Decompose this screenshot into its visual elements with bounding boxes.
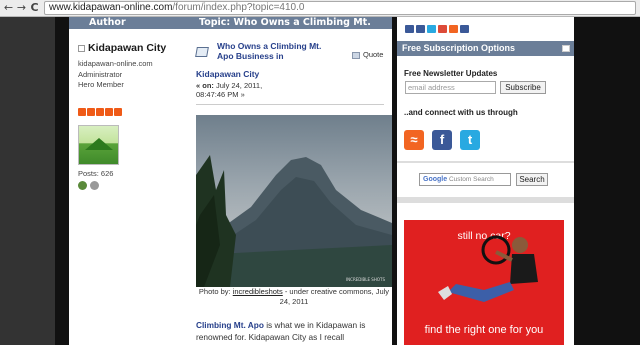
rank-star-icon <box>105 108 113 116</box>
subscription-title: Free Subscription Options <box>402 43 516 53</box>
caption-link[interactable]: incredibleshots <box>233 287 283 296</box>
quote-button[interactable]: Quote <box>352 50 383 59</box>
post-header-bar: Author Topic: Who Owns a Climbing Mt. Ap… <box>69 17 392 40</box>
sidebar-divider <box>397 161 574 163</box>
post-body: Who Owns a Climbing Mt. Apo Business in … <box>187 29 392 345</box>
avatar <box>78 125 119 165</box>
car-ad[interactable]: still no car? find the right one for you <box>404 220 564 345</box>
post-title[interactable]: Who Owns a Climbing Mt. Apo Business in <box>217 41 327 61</box>
search-input[interactable]: Google Custom Search <box>419 173 511 186</box>
poster-rank: Hero Member <box>78 80 124 89</box>
connect-label: ..and connect with us through <box>404 108 518 117</box>
browser-toolbar: ← → C www.kidapawan-online.com/forum/ind… <box>0 0 640 17</box>
post-divider <box>196 104 384 105</box>
rank-stars <box>78 108 123 118</box>
caption-prefix: Photo by: <box>198 287 231 296</box>
poster-post-count: Posts: 626 <box>78 169 114 178</box>
poster-contact-icons <box>78 181 102 192</box>
mountain-illustration: INCREDIBLE SHOTS <box>196 155 392 287</box>
mt-apo-photo: INCREDIBLE SHOTS <box>196 115 392 287</box>
rank-star-icon <box>87 108 95 116</box>
twitter-icon[interactable]: t <box>460 130 480 150</box>
quote-label[interactable]: Quote <box>363 50 383 59</box>
share-icon[interactable] <box>460 25 469 33</box>
poster-info: Kidapawan City kidapawan-online.com Admi… <box>69 29 187 345</box>
photo-watermark: INCREDIBLE SHOTS <box>346 277 385 282</box>
post-title-city[interactable]: Kidapawan City <box>196 69 259 79</box>
url-path: /forum/index.php?topic=410.0 <box>172 2 305 13</box>
address-bar[interactable]: www.kidapawan-online.com/forum/index.php… <box>44 1 636 15</box>
share-icon[interactable] <box>449 25 458 33</box>
date-text: July 24, 2011, <box>216 81 263 90</box>
rss-icon[interactable]: ≈ <box>404 130 424 150</box>
date-prefix: « on: <box>196 81 214 90</box>
back-arrow-icon[interactable]: ← <box>2 1 15 15</box>
search-button[interactable]: Search <box>516 173 548 186</box>
left-margin <box>55 17 69 345</box>
forward-arrow-icon[interactable]: → <box>15 1 28 15</box>
post-date: « on: July 24, 2011, 08:47:46 PM » <box>196 81 262 99</box>
poster-name-text[interactable]: Kidapawan City <box>88 42 166 54</box>
photo-caption: Photo by: incredibleshots - under creati… <box>196 287 392 307</box>
url-domain: www.kidapawan-online.com <box>49 2 173 13</box>
poster-site: kidapawan-online.com <box>78 59 153 68</box>
share-icons <box>405 18 471 37</box>
poster-role: Administrator <box>78 70 123 79</box>
caption-suffix: - under creative commons, July 24, 2011 <box>279 287 390 306</box>
forum-post-panel: Author Topic: Who Owns a Climbing Mt. Ap… <box>69 17 392 345</box>
ad-tagline: find the right one for you <box>424 324 544 336</box>
search-placeholder: Custom Search <box>448 176 494 183</box>
author-column-label: Author <box>89 17 126 28</box>
rank-star-icon <box>78 108 86 116</box>
page-content: Author Topic: Who Owns a Climbing Mt. Ap… <box>0 17 640 345</box>
online-status-icon <box>78 44 85 52</box>
share-icon[interactable] <box>416 25 425 33</box>
share-icon[interactable] <box>438 25 447 33</box>
email-field[interactable]: email address <box>405 81 496 94</box>
collapse-icon[interactable] <box>562 45 570 52</box>
right-margin <box>574 17 640 345</box>
subscribe-button[interactable]: Subscribe <box>500 81 546 94</box>
facebook-icon[interactable]: f <box>432 130 452 150</box>
reload-icon[interactable]: C <box>28 1 41 15</box>
share-icon[interactable] <box>427 25 436 33</box>
website-icon[interactable] <box>78 181 87 190</box>
rank-star-icon <box>114 108 122 116</box>
subscription-header: Free Subscription Options <box>397 41 574 56</box>
time-text: 08:47:46 PM » <box>196 90 245 99</box>
topic-icon <box>195 47 209 57</box>
quote-icon <box>352 51 360 59</box>
poster-name[interactable]: Kidapawan City <box>78 42 166 54</box>
post-text-bold: Climbing Mt. Apo <box>196 320 264 330</box>
google-label: Google <box>423 176 448 183</box>
post-text: Climbing Mt. Apo is what we in Kidapawan… <box>196 319 392 343</box>
email-icon[interactable] <box>90 181 99 190</box>
share-icon[interactable] <box>405 25 414 33</box>
rank-star-icon <box>96 108 104 116</box>
newsletter-label: Free Newsletter Updates <box>404 69 498 78</box>
